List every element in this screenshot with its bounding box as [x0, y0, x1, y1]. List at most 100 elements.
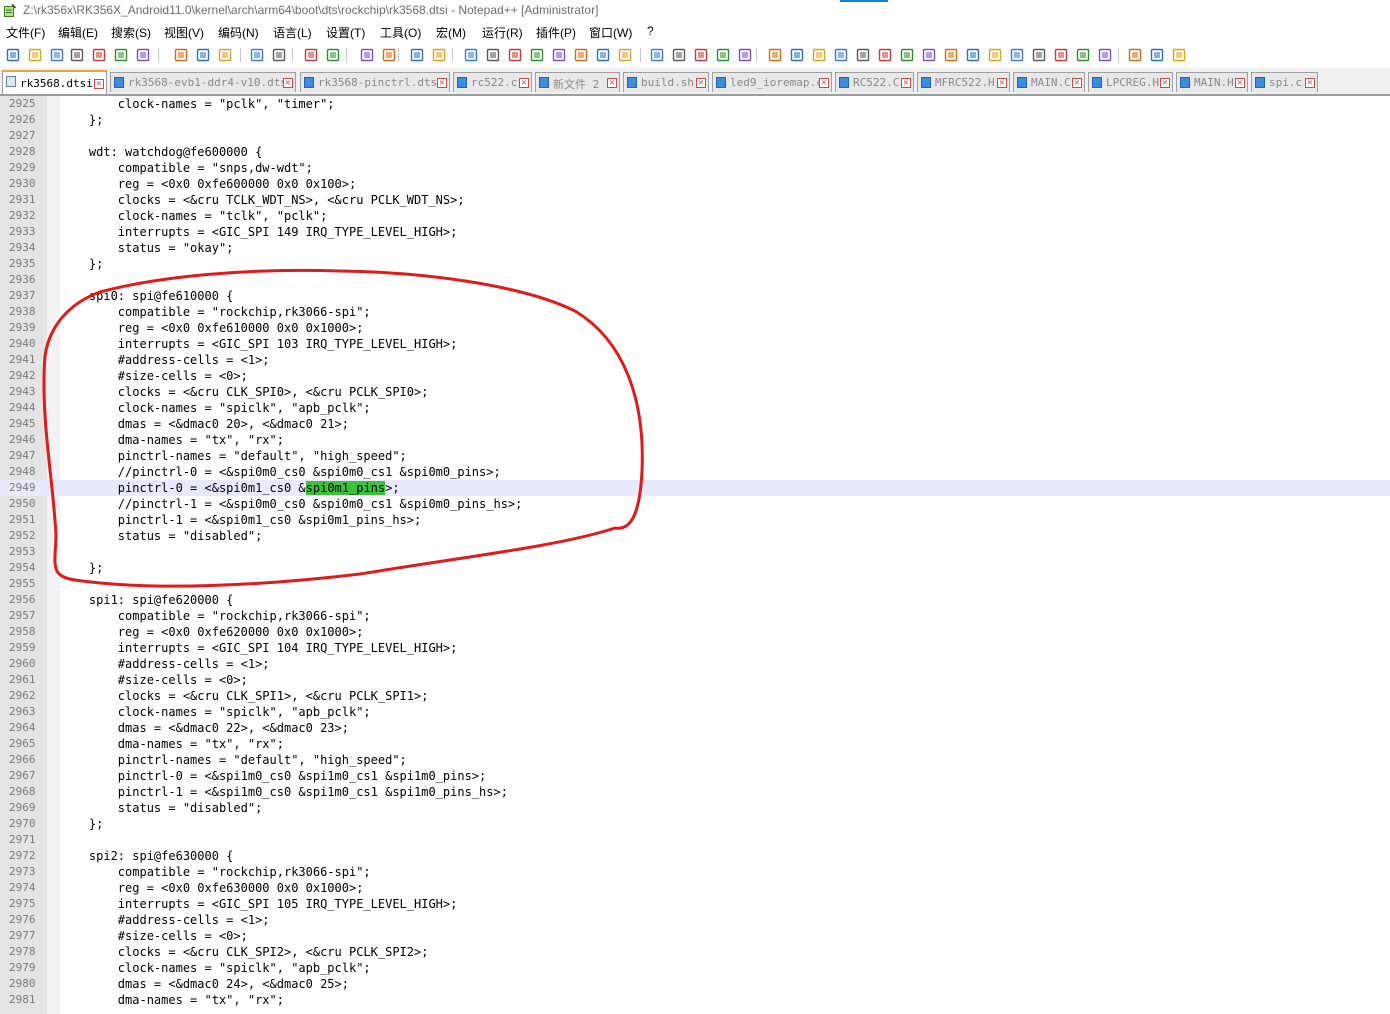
- zoom-out-icon[interactable]: [380, 46, 398, 64]
- code-line[interactable]: 2969 status = "disabled";: [0, 800, 1390, 816]
- editor[interactable]: 2925 clock-names = "pclk", "timer"; 2926 …: [0, 96, 1390, 1014]
- code-line[interactable]: 2976 #address-cells = <1>;: [0, 912, 1390, 928]
- run-macro-multiple-icon[interactable]: [714, 46, 732, 64]
- code-line[interactable]: 2947 pinctrl-names = "default", "high_sp…: [0, 448, 1390, 464]
- code-line[interactable]: 2978 clocks = <&cru CLK_SPI2>, <&cru PCL…: [0, 944, 1390, 960]
- paste-icon[interactable]: [216, 46, 234, 64]
- code-line[interactable]: 2928 wdt: watchdog@fe600000 {: [0, 144, 1390, 160]
- menu-run[interactable]: 运行(R): [482, 24, 523, 41]
- plugin-d-icon[interactable]: [832, 46, 850, 64]
- plugin-h-icon[interactable]: [920, 46, 938, 64]
- new-file-icon[interactable]: [4, 46, 22, 64]
- close-tab-icon[interactable]: ✕: [1160, 78, 1170, 88]
- code-line[interactable]: 2935 };: [0, 256, 1390, 272]
- copy-icon[interactable]: [194, 46, 212, 64]
- undo-icon[interactable]: [248, 46, 266, 64]
- redo-icon[interactable]: [270, 46, 288, 64]
- save-macro-icon[interactable]: [736, 46, 754, 64]
- plugin-a-icon[interactable]: [766, 46, 784, 64]
- code-line[interactable]: 2962 clocks = <&cru CLK_SPI1>, <&cru PCL…: [0, 688, 1390, 704]
- sync-vertical-icon[interactable]: [408, 46, 426, 64]
- menu-help[interactable]: ?: [647, 24, 654, 38]
- code-line[interactable]: 2933 interrupts = <GIC_SPI 149 IRQ_TYPE_…: [0, 224, 1390, 240]
- tab-new-file-2[interactable]: 新文件 2 ✕: [535, 72, 620, 92]
- plugin-b-icon[interactable]: [788, 46, 806, 64]
- plugin-q-icon[interactable]: [1126, 46, 1144, 64]
- cut-icon[interactable]: [172, 46, 190, 64]
- code-line[interactable]: 2966 pinctrl-names = "default", "high_sp…: [0, 752, 1390, 768]
- indent-guide-icon[interactable]: [506, 46, 524, 64]
- code-line[interactable]: 2942 #size-cells = <0>;: [0, 368, 1390, 384]
- find-icon[interactable]: [302, 46, 320, 64]
- tab-led9-ioremap[interactable]: led9_ioremap.c ✕: [712, 72, 832, 92]
- plugin-e-icon[interactable]: [854, 46, 872, 64]
- code-line[interactable]: 2940 interrupts = <GIC_SPI 103 IRQ_TYPE_…: [0, 336, 1390, 352]
- plugin-o-icon[interactable]: [1074, 46, 1092, 64]
- tab-mfrc522-h[interactable]: MFRC522.H ✕: [917, 72, 1010, 92]
- code-line[interactable]: 2952 status = "disabled";: [0, 528, 1390, 544]
- tab-rk3568-pinctrl[interactable]: rk3568-pinctrl.dtsi ✕: [300, 72, 450, 92]
- sync-horizontal-icon[interactable]: [430, 46, 448, 64]
- plugin-f-icon[interactable]: [876, 46, 894, 64]
- selected-text[interactable]: spi0m1_pins: [305, 481, 386, 495]
- code-line[interactable]: 2953: [0, 544, 1390, 560]
- menu-plugins[interactable]: 插件(P): [536, 24, 576, 41]
- plugin-j-icon[interactable]: [964, 46, 982, 64]
- code-line[interactable]: 2948 //pinctrl-0 = <&spi0m0_cs0 &spi0m0_…: [0, 464, 1390, 480]
- tab-main-c[interactable]: MAIN.C ✕: [1013, 72, 1085, 92]
- code-line[interactable]: 2972 spi2: spi@fe630000 {: [0, 848, 1390, 864]
- plugin-n-icon[interactable]: [1052, 46, 1070, 64]
- menu-search[interactable]: 搜索(S): [111, 24, 151, 41]
- zoom-in-icon[interactable]: [358, 46, 376, 64]
- code-line[interactable]: 2950 //pinctrl-1 = <&spi0m0_cs0 &spi0m0_…: [0, 496, 1390, 512]
- record-macro-icon[interactable]: [648, 46, 666, 64]
- save-icon[interactable]: [48, 46, 66, 64]
- menu-macro[interactable]: 宏(M): [436, 24, 466, 41]
- function-list-icon[interactable]: [550, 46, 568, 64]
- plugin-l-icon[interactable]: [1008, 46, 1026, 64]
- code-line[interactable]: 2954 };: [0, 560, 1390, 576]
- menu-view[interactable]: 视图(V): [164, 24, 204, 41]
- close-tab-icon[interactable]: ✕: [283, 78, 293, 88]
- code-line[interactable]: 2927: [0, 128, 1390, 144]
- show-all-chars-icon[interactable]: [484, 46, 502, 64]
- close-tab-icon[interactable]: ✕: [1072, 78, 1082, 88]
- tab-rk3568-dtsi[interactable]: rk3568.dtsi ✕: [2, 70, 107, 94]
- tab-rc522-c[interactable]: rc522.c ✕: [453, 72, 532, 92]
- code-line[interactable]: 2939 reg = <0x0 0xfe610000 0x0 0x1000>;: [0, 320, 1390, 336]
- code-line[interactable]: 2974 reg = <0x0 0xfe630000 0x0 0x1000>;: [0, 880, 1390, 896]
- code-line[interactable]: 2975 interrupts = <GIC_SPI 105 IRQ_TYPE_…: [0, 896, 1390, 912]
- monitoring-icon[interactable]: [594, 46, 612, 64]
- close-tab-icon[interactable]: ✕: [437, 78, 447, 88]
- close-tab-icon[interactable]: ✕: [1305, 78, 1315, 88]
- code-line[interactable]: 2946 dma-names = "tx", "rx";: [0, 432, 1390, 448]
- close-tab-icon[interactable]: ✕: [997, 78, 1007, 88]
- code-line[interactable]: 2977 #size-cells = <0>;: [0, 928, 1390, 944]
- replace-icon[interactable]: [324, 46, 342, 64]
- code-line[interactable]: 2963 clock-names = "spiclk", "apb_pclk";: [0, 704, 1390, 720]
- code-line[interactable]: 2925 clock-names = "pclk", "timer";: [0, 96, 1390, 112]
- code-line[interactable]: 2981 dma-names = "tx", "rx";: [0, 992, 1390, 1008]
- menu-window[interactable]: 窗口(W): [589, 24, 632, 41]
- code-line[interactable]: 2945 dmas = <&dmac0 20>, <&dmac0 21>;: [0, 416, 1390, 432]
- doc-map-icon[interactable]: [528, 46, 546, 64]
- code-line[interactable]: 2931 clocks = <&cru TCLK_WDT_NS>, <&cru …: [0, 192, 1390, 208]
- code-line[interactable]: 2979 clock-names = "spiclk", "apb_pclk";: [0, 960, 1390, 976]
- menu-file[interactable]: 文件(F): [6, 24, 45, 41]
- close-tab-icon[interactable]: ✕: [696, 78, 706, 88]
- code-line[interactable]: 2929 compatible = "snps,dw-wdt";: [0, 160, 1390, 176]
- menu-settings[interactable]: 设置(T): [326, 24, 365, 41]
- code-line[interactable]: 2941 #address-cells = <1>;: [0, 352, 1390, 368]
- tab-spi-c[interactable]: spi.c ✕: [1251, 72, 1318, 92]
- code-line[interactable]: 2926 };: [0, 112, 1390, 128]
- code-line[interactable]: 2959 interrupts = <GIC_SPI 104 IRQ_TYPE_…: [0, 640, 1390, 656]
- tab-rk3568-evb1[interactable]: rk3568-evb1-ddr4-v10.dtsi ✕: [110, 72, 296, 92]
- plugin-r-icon[interactable]: [1148, 46, 1166, 64]
- plugin-g-icon[interactable]: [898, 46, 916, 64]
- close-icon[interactable]: [90, 46, 108, 64]
- tab-rc522-upper[interactable]: RC522.C ✕: [835, 72, 914, 92]
- tab-main-h[interactable]: MAIN.H ✕: [1176, 72, 1248, 92]
- code-line[interactable]: 2930 reg = <0x0 0xfe600000 0x0 0x100>;: [0, 176, 1390, 192]
- code-line[interactable]: 2937 spi0: spi@fe610000 {: [0, 288, 1390, 304]
- plugin-m-icon[interactable]: [1030, 46, 1048, 64]
